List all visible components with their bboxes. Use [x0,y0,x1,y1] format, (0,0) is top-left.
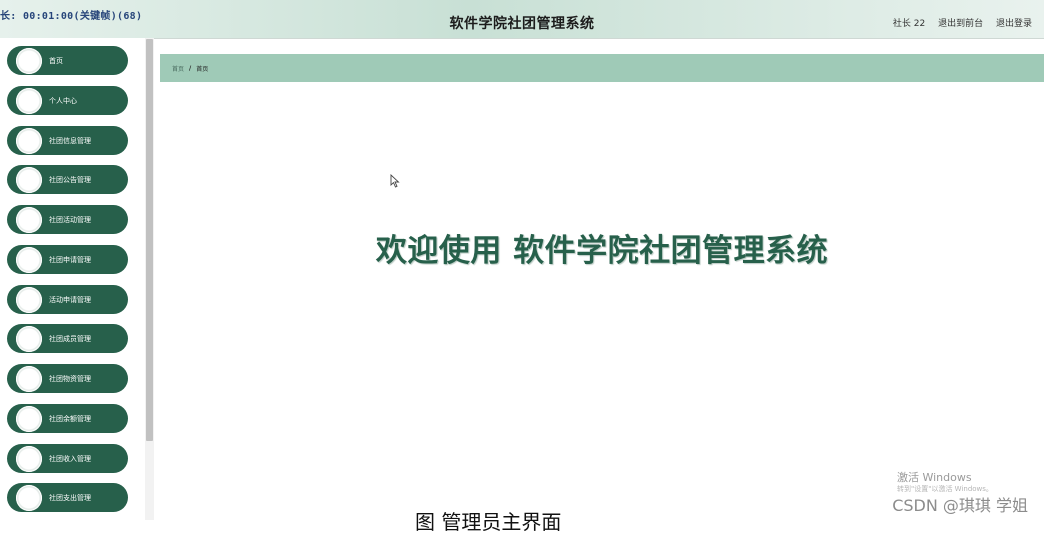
gear-icon [16,166,42,193]
gear-icon [16,47,42,74]
breadcrumb-separator: / [189,64,192,72]
user-role-label: 社长 22 [892,19,926,29]
gear-icon [16,246,42,273]
sidebar-item-label: 社团成员管理 [49,334,91,343]
sidebar-item-label: 社团物资管理 [49,374,91,383]
sidebar-item-club-notice[interactable]: 社团公告管理 [7,165,128,194]
gear-icon [16,325,42,352]
sidebar-item-club-supplies[interactable]: 社团物资管理 [7,364,128,393]
csdn-watermark: CSDN @琪琪 学姐 [892,496,1028,515]
logout-link[interactable]: 退出登录 [996,19,1032,29]
sidebar-item-label: 首页 [49,56,63,65]
top-header: 长: 00:01:00(关键帧)(68) 软件学院社团管理系统 社长 22 退出… [0,0,1044,39]
gear-icon [16,484,42,511]
sidebar-item-club-activity[interactable]: 社团活动管理 [7,205,128,234]
sidebar-item-label: 社团收入管理 [49,454,91,463]
sidebar-item-label: 社团公告管理 [49,175,91,184]
windows-activation-title: 激活 Windows [897,471,972,484]
sidebar-item-home[interactable]: 首页 [7,46,128,75]
gear-icon [16,405,42,432]
system-title: 软件学院社团管理系统 [449,16,595,32]
back-to-front-link[interactable]: 退出到前台 [938,19,983,29]
sidebar-item-label: 社团申请管理 [49,255,91,264]
sidebar-item-club-income[interactable]: 社团收入管理 [7,444,128,473]
figure-caption: 图 管理员主界面 [415,510,562,534]
gear-icon [16,206,42,233]
gear-icon [16,127,42,154]
user-nav: 社长 22 退出到前台 退出登录 [893,16,1032,29]
sidebar-item-label: 社团活动管理 [49,215,91,224]
sidebar-item-personal-center[interactable]: 个人中心 [7,86,128,115]
sidebar-scrollbar-thumb[interactable] [146,39,153,441]
welcome-heading: 欢迎使用 软件学院社团管理系统 [375,233,829,269]
main-content: 首页 / 首页 欢迎使用 软件学院社团管理系统 [160,38,1044,520]
sidebar-item-label: 社团余额管理 [49,414,91,423]
gear-icon [16,445,42,472]
sidebar-item-label: 社团信息管理 [49,136,91,145]
breadcrumb-home-link[interactable]: 首页 [172,64,184,73]
mouse-cursor-icon [390,174,400,188]
sidebar-item-club-info[interactable]: 社团信息管理 [7,126,128,155]
sidebar-item-club-application[interactable]: 社团申请管理 [7,245,128,274]
breadcrumb: 首页 / 首页 [160,54,1044,82]
sidebar-item-club-members[interactable]: 社团成员管理 [7,324,128,353]
sidebar-item-label: 社团支出管理 [49,493,91,502]
sidebar-menu: 首页 个人中心 社团信息管理 社团公告管理 社团活动管理 社团申请管理 活动申请… [0,38,145,520]
gear-icon [16,286,42,313]
sidebar-item-club-expense[interactable]: 社团支出管理 [7,483,128,512]
sidebar-item-label: 活动申请管理 [49,295,91,304]
sidebar-item-club-balance[interactable]: 社团余额管理 [7,404,128,433]
sidebar-item-activity-application[interactable]: 活动申请管理 [7,285,128,314]
gear-icon [16,87,42,114]
sidebar-item-label: 个人中心 [49,96,77,105]
breadcrumb-current: 首页 [196,65,209,73]
gear-icon [16,365,42,392]
